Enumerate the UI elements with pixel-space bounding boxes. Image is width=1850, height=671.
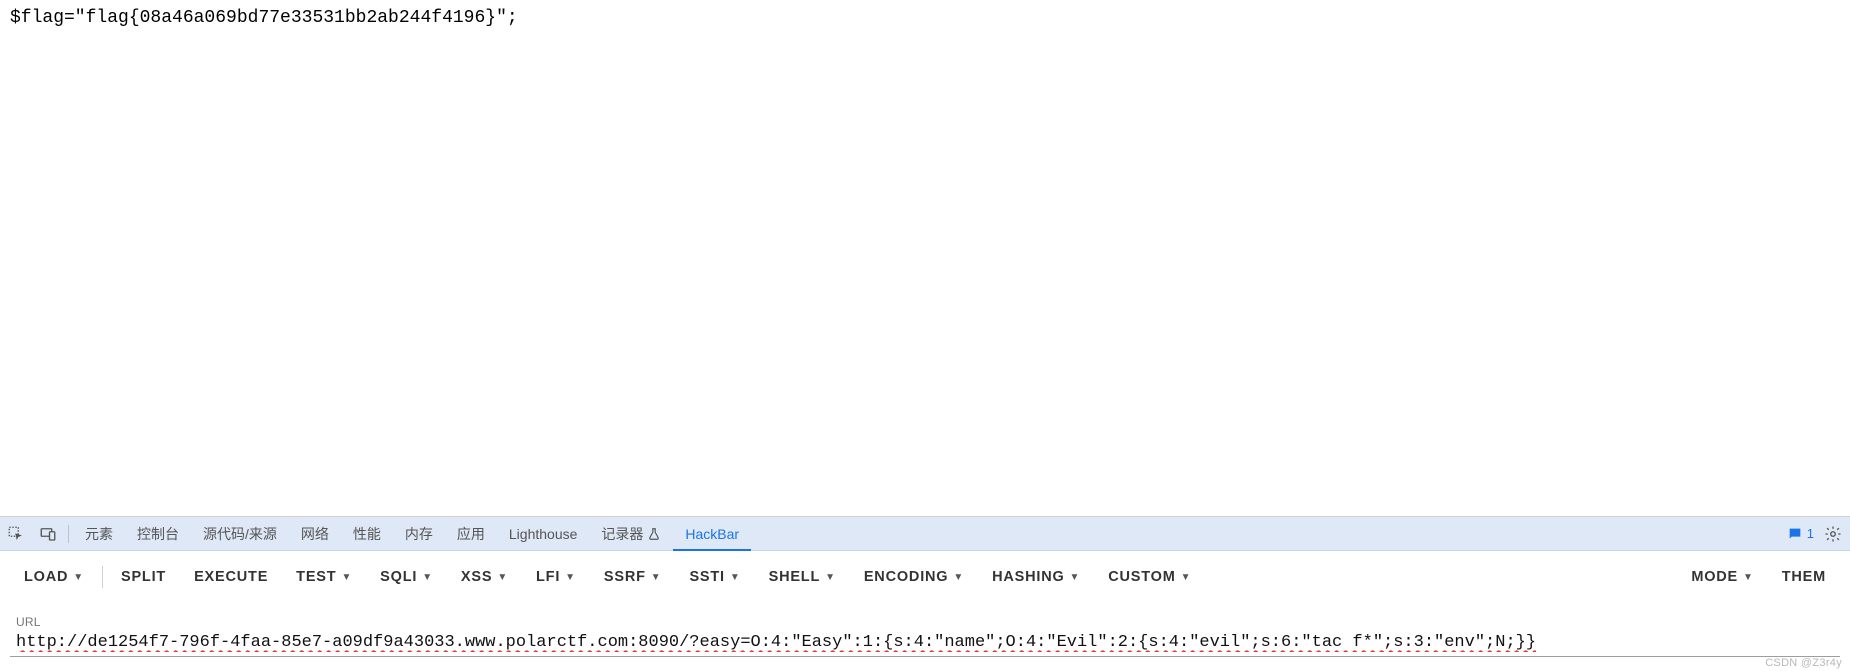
inspect-element-icon[interactable] (6, 524, 26, 544)
issues-badge[interactable]: 1 (1787, 526, 1814, 542)
test-label: TEST (296, 569, 336, 585)
chevron-down-icon: ▼ (1070, 572, 1081, 583)
custom-button[interactable]: CUSTOM ▼ (1094, 561, 1205, 593)
mode-button[interactable]: MODE ▼ (1677, 561, 1767, 593)
ssrf-label: SSRF (604, 569, 646, 585)
load-button[interactable]: LOAD ▼ (10, 561, 98, 593)
chevron-down-icon: ▼ (341, 572, 352, 583)
devtools-right-controls: 1 (1787, 525, 1850, 543)
tab-recorder[interactable]: 记录器 (589, 517, 673, 551)
test-button[interactable]: TEST ▼ (282, 561, 366, 593)
url-label: URL (16, 615, 1834, 629)
tab-elements[interactable]: 元素 (73, 517, 125, 551)
tab-sources[interactable]: 源代码/来源 (191, 517, 289, 551)
chevron-down-icon: ▼ (1743, 572, 1754, 583)
custom-label: CUSTOM (1108, 569, 1175, 585)
sqli-button[interactable]: SQLI ▼ (366, 561, 447, 593)
chevron-down-icon: ▼ (73, 572, 84, 583)
tab-hackbar[interactable]: HackBar (673, 517, 751, 551)
split-button[interactable]: SPLIT (107, 561, 180, 593)
chevron-down-icon: ▼ (565, 572, 576, 583)
load-label: LOAD (24, 569, 68, 585)
devtools-panel: 元素 控制台 源代码/来源 网络 性能 内存 应用 Lighthouse 记录器… (0, 516, 1850, 671)
tab-memory[interactable]: 内存 (393, 517, 445, 551)
chevron-down-icon: ▼ (825, 572, 836, 583)
tab-console[interactable]: 控制台 (125, 517, 191, 551)
mode-label: MODE (1691, 569, 1738, 585)
flask-icon (647, 527, 661, 541)
chat-icon (1787, 526, 1803, 542)
gear-icon[interactable] (1824, 525, 1842, 543)
chevron-down-icon: ▼ (497, 572, 508, 583)
xss-label: XSS (461, 569, 492, 585)
xss-button[interactable]: XSS ▼ (447, 561, 522, 593)
tab-divider (68, 525, 69, 543)
hackbar-toolbar: LOAD ▼ SPLIT EXECUTE TEST ▼ SQLI ▼ XSS ▼ LFI… (10, 561, 1840, 593)
hackbar-panel: LOAD ▼ SPLIT EXECUTE TEST ▼ SQLI ▼ XSS ▼ LFI… (0, 551, 1850, 671)
device-toggle-icon[interactable] (38, 524, 58, 544)
encoding-label: ENCODING (864, 569, 949, 585)
tab-recorder-label: 记录器 (601, 517, 643, 551)
tab-network[interactable]: 网络 (289, 517, 341, 551)
hashing-label: HASHING (992, 569, 1064, 585)
chevron-down-icon: ▼ (730, 572, 741, 583)
ssrf-button[interactable]: SSRF ▼ (590, 561, 676, 593)
chevron-down-icon: ▼ (422, 572, 433, 583)
theme-button[interactable]: THEM (1768, 561, 1840, 593)
ssti-label: SSTI (689, 569, 724, 585)
lfi-button[interactable]: LFI ▼ (522, 561, 590, 593)
sqli-label: SQLI (380, 569, 417, 585)
chevron-down-icon: ▼ (651, 572, 662, 583)
url-field: URL (10, 615, 1840, 657)
tab-performance[interactable]: 性能 (341, 517, 393, 551)
page-content: $flag="flag{08a46a069bd77e33531bb2ab244f… (0, 0, 1850, 36)
tab-lighthouse[interactable]: Lighthouse (497, 517, 590, 551)
url-input[interactable] (16, 631, 1834, 654)
issues-count: 1 (1807, 526, 1814, 541)
flag-text: $flag="flag{08a46a069bd77e33531bb2ab244f… (10, 8, 518, 28)
encoding-button[interactable]: ENCODING ▼ (850, 561, 978, 593)
chevron-down-icon: ▼ (1181, 572, 1192, 583)
ssti-button[interactable]: SSTI ▼ (675, 561, 754, 593)
devtools-tab-bar: 元素 控制台 源代码/来源 网络 性能 内存 应用 Lighthouse 记录器… (0, 517, 1850, 551)
execute-button[interactable]: EXECUTE (180, 561, 282, 593)
shell-button[interactable]: SHELL ▼ (755, 561, 850, 593)
toolbar-divider (102, 566, 103, 588)
hashing-button[interactable]: HASHING ▼ (978, 561, 1094, 593)
lfi-label: LFI (536, 569, 560, 585)
shell-label: SHELL (769, 569, 821, 585)
tab-application[interactable]: 应用 (445, 517, 497, 551)
chevron-down-icon: ▼ (953, 572, 964, 583)
watermark: CSDN @Z3r4y (1765, 657, 1842, 669)
